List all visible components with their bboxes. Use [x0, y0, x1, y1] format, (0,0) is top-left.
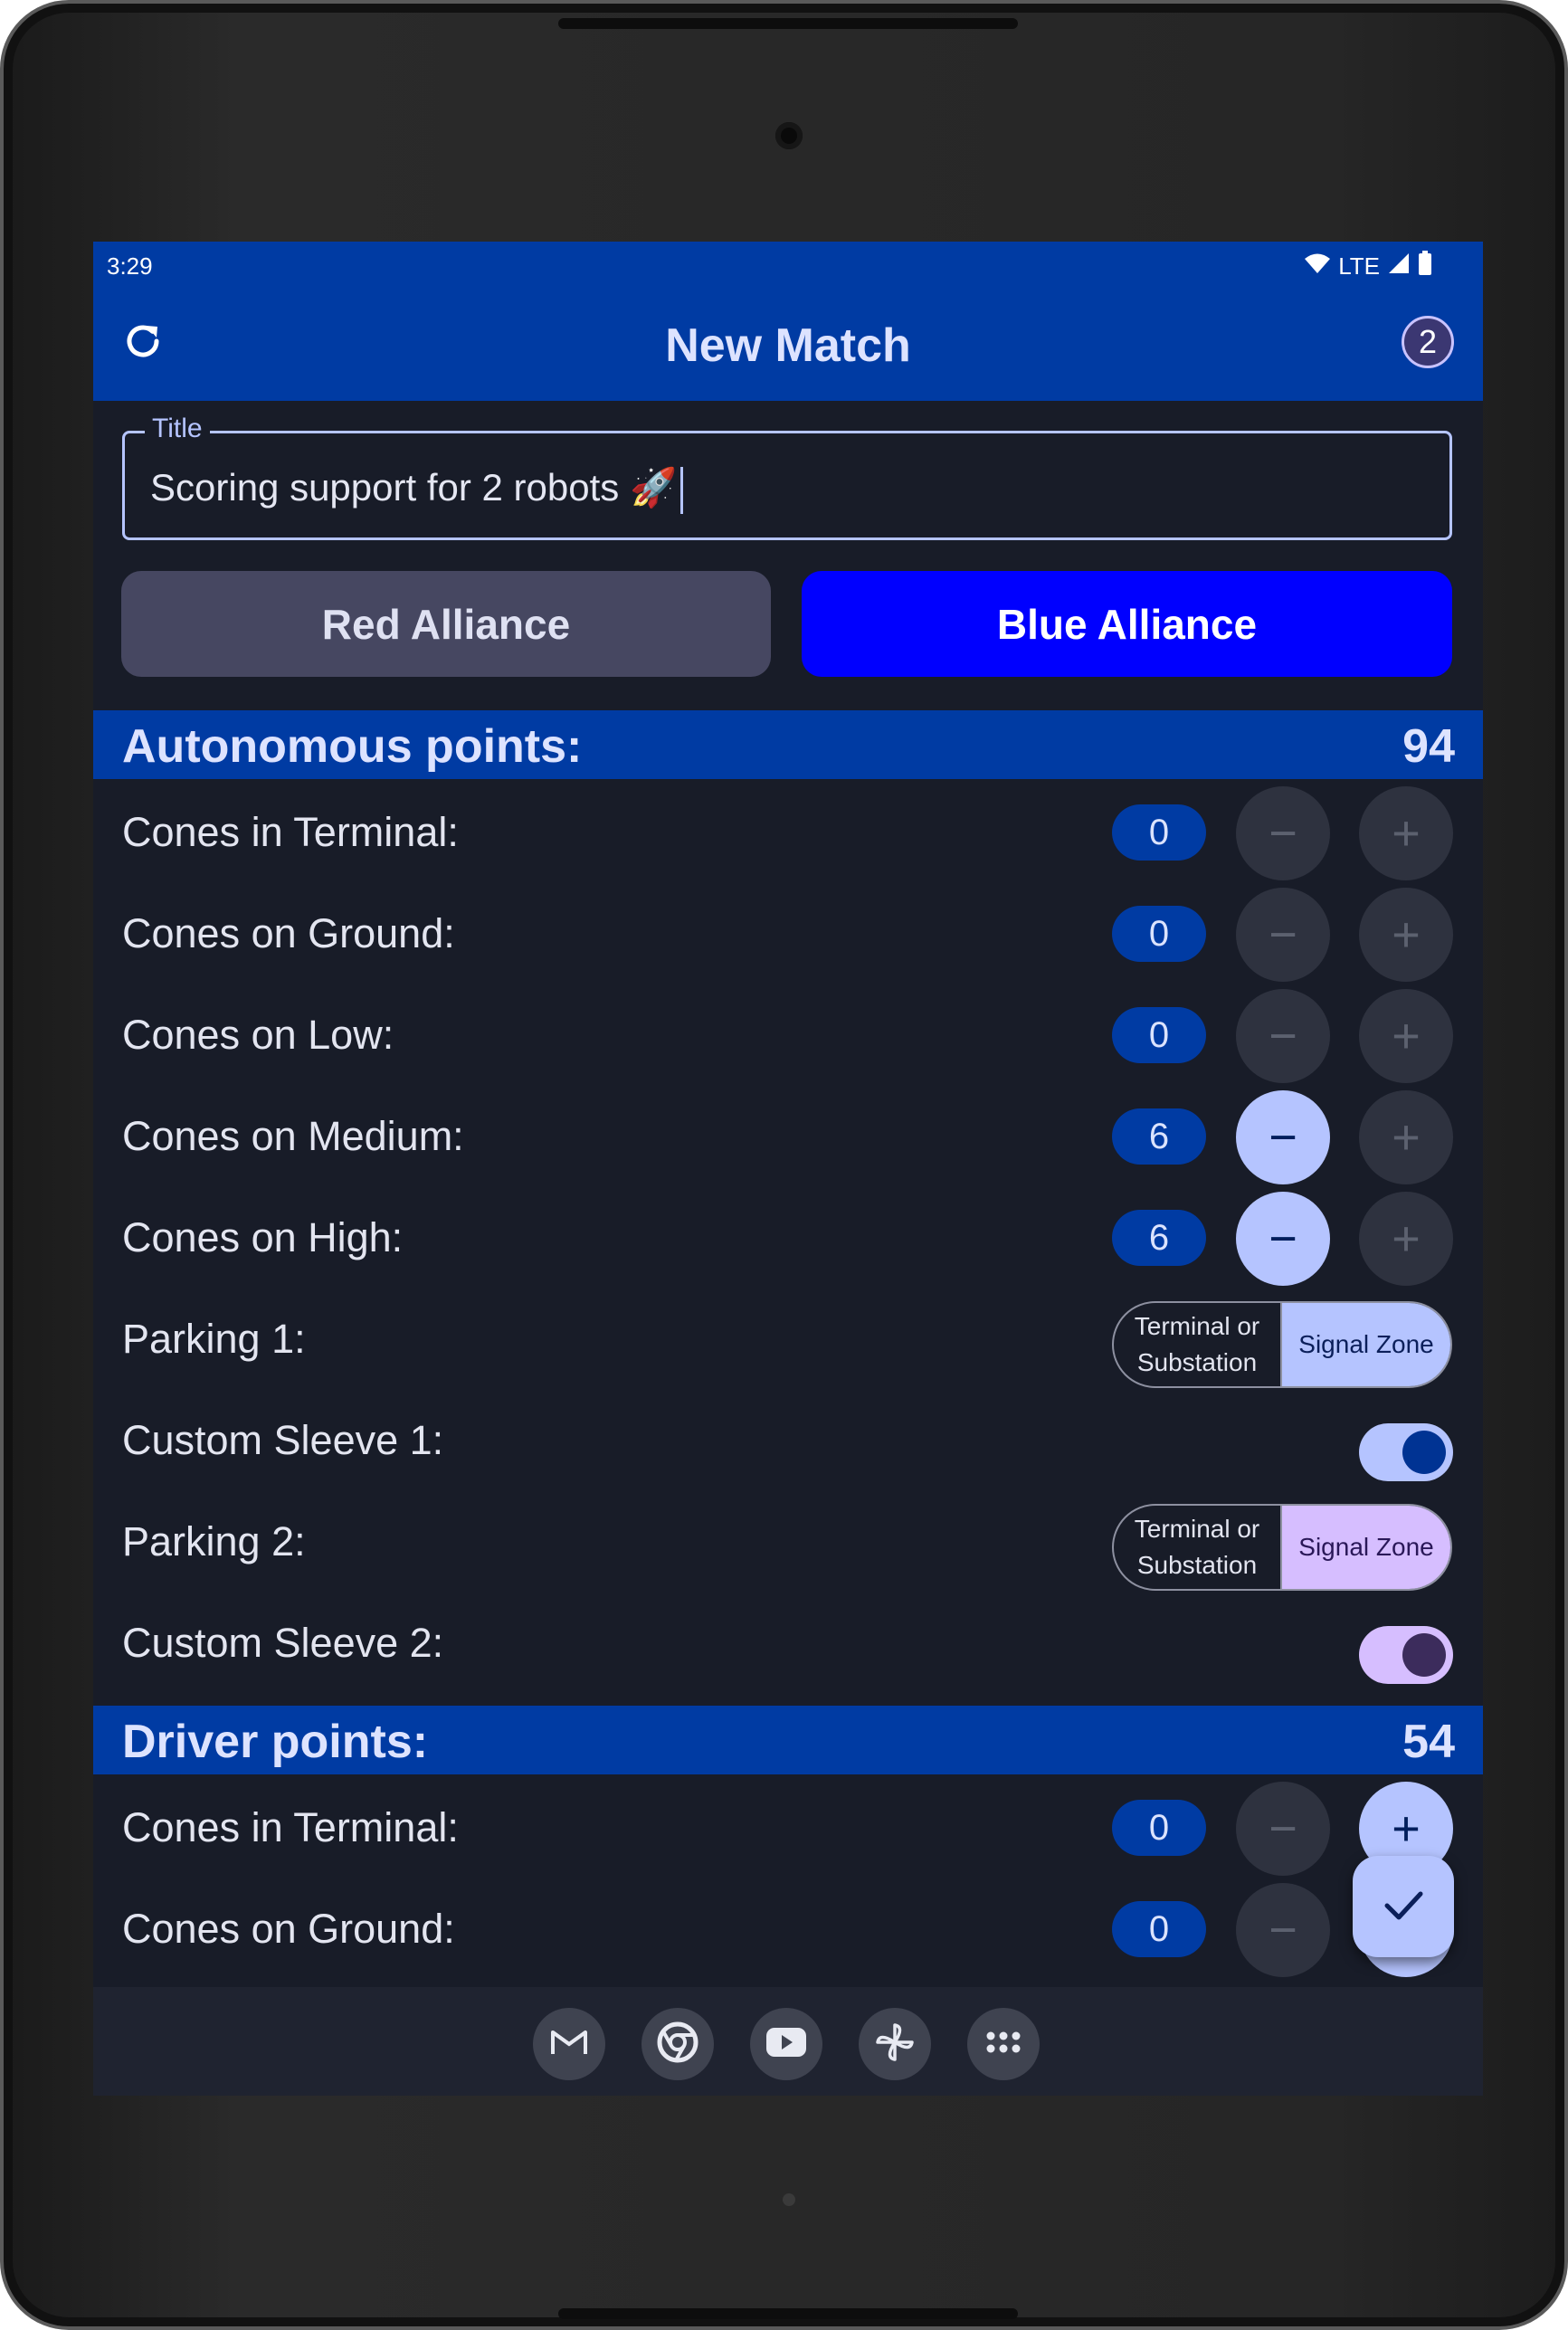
parking-option-signal-zone[interactable]: Signal Zone: [1282, 1506, 1450, 1589]
tablet-frame: 3:29 LTE New Match 2 Title Scoring suppo…: [0, 0, 1568, 2330]
screen: 3:29 LTE New Match 2 Title Scoring suppo…: [93, 242, 1483, 2096]
decrement-button[interactable]: −: [1236, 888, 1330, 982]
parking-option-terminal[interactable]: Terminal or Substation: [1114, 1506, 1282, 1589]
increment-button[interactable]: +: [1359, 786, 1453, 880]
row-label: Cones on Medium:: [122, 1113, 464, 1159]
custom-sleeve-2-toggle[interactable]: [1359, 1626, 1453, 1684]
parking-option-terminal[interactable]: Terminal or Substation: [1114, 1303, 1282, 1386]
increment-button[interactable]: +: [1359, 888, 1453, 982]
count-value: 0: [1112, 906, 1206, 962]
cell-signal-icon: [1387, 252, 1411, 281]
taskbar-dock: [93, 1987, 1483, 2096]
front-camera: [775, 122, 803, 149]
count-value: 0: [1112, 1901, 1206, 1957]
pinwheel-app-button[interactable]: [859, 2008, 931, 2080]
auto-row-cones-high: Cones on High: 6 − +: [93, 1184, 1483, 1286]
top-speaker-grille: [558, 18, 1018, 29]
decrement-button[interactable]: −: [1236, 1090, 1330, 1184]
toggle-knob: [1402, 1633, 1446, 1677]
count-value: 0: [1112, 1800, 1206, 1856]
checkmark-icon: [1380, 1881, 1427, 1933]
title-input-value[interactable]: Scoring support for 2 robots 🚀: [150, 466, 684, 514]
row-label: Cones on Low:: [122, 1012, 394, 1058]
auto-row-custom-sleeve-2: Custom Sleeve 2:: [93, 1590, 1483, 1691]
decrement-button[interactable]: −: [1236, 1192, 1330, 1286]
blue-alliance-button[interactable]: Blue Alliance: [802, 571, 1452, 677]
increment-button[interactable]: +: [1359, 1090, 1453, 1184]
auto-row-parking-1: Parking 1: Terminal or Substation Signal …: [93, 1286, 1483, 1388]
row-label: Cones on Ground:: [122, 1906, 455, 1952]
status-bar: 3:29 LTE: [93, 242, 1483, 287]
driver-title: Driver points:: [122, 1716, 429, 1768]
row-label: Cones on High:: [122, 1214, 404, 1260]
youtube-icon: [765, 2026, 808, 2063]
decrement-button[interactable]: −: [1236, 989, 1330, 1083]
auto-row-custom-sleeve-1: Custom Sleeve 1:: [93, 1387, 1483, 1488]
auto-row-parking-2: Parking 2: Terminal or Substation Signal …: [93, 1488, 1483, 1591]
status-time: 3:29: [107, 252, 153, 280]
app-drawer-icon: [985, 2030, 1022, 2059]
driver-row-cones-ground: Cones on Ground: 0 − +: [93, 1876, 1483, 1977]
title-text: Scoring support for 2 robots 🚀: [150, 466, 678, 509]
row-label: Parking 2:: [122, 1518, 306, 1564]
gmail-icon: [549, 2027, 589, 2062]
autonomous-header: Autonomous points: 94: [93, 710, 1483, 779]
parking-option-signal-zone[interactable]: Signal Zone: [1282, 1303, 1450, 1386]
row-label: Custom Sleeve 2:: [122, 1620, 444, 1666]
parking-2-segmented-control: Terminal or Substation Signal Zone: [1112, 1504, 1452, 1591]
row-label: Custom Sleeve 1:: [122, 1417, 444, 1463]
red-alliance-button[interactable]: Red Alliance: [121, 571, 771, 677]
auto-row-cones-medium: Cones on Medium: 6 − +: [93, 1083, 1483, 1184]
count-value: 6: [1112, 1108, 1206, 1165]
save-match-fab[interactable]: [1353, 1856, 1454, 1957]
row-label: Cones in Terminal:: [122, 809, 459, 855]
increment-button[interactable]: +: [1359, 1192, 1453, 1286]
gmail-app-button[interactable]: [533, 2008, 605, 2080]
autonomous-title: Autonomous points:: [122, 720, 583, 773]
driver-header: Driver points: 54: [93, 1706, 1483, 1774]
decrement-button[interactable]: −: [1236, 1883, 1330, 1977]
count-value: 6: [1112, 1210, 1206, 1266]
title-field[interactable]: Title Scoring support for 2 robots 🚀: [122, 414, 1452, 540]
auto-row-cones-ground: Cones on Ground: 0 − +: [93, 880, 1483, 982]
row-label: Cones in Terminal:: [122, 1804, 459, 1850]
decrement-button[interactable]: −: [1236, 1782, 1330, 1876]
text-caret: [680, 466, 684, 514]
autonomous-total: 94: [1402, 720, 1455, 773]
count-value: 0: [1112, 804, 1206, 861]
increment-button[interactable]: +: [1359, 989, 1453, 1083]
page-title: New Match: [665, 319, 911, 372]
decrement-button[interactable]: −: [1236, 786, 1330, 880]
count-value: 0: [1112, 1007, 1206, 1063]
battery-icon: [1418, 251, 1432, 282]
custom-sleeve-1-toggle[interactable]: [1359, 1423, 1453, 1481]
microphone-dot: [783, 2193, 795, 2206]
driver-row-cones-terminal: Cones in Terminal: 0 − +: [93, 1774, 1483, 1876]
title-field-label: Title: [145, 414, 210, 444]
match-count-badge[interactable]: 2: [1402, 316, 1454, 368]
wifi-icon: [1304, 252, 1331, 281]
chrome-app-button[interactable]: [641, 2008, 714, 2080]
youtube-app-button[interactable]: [750, 2008, 822, 2080]
toggle-knob: [1402, 1431, 1446, 1474]
status-icons: LTE: [1304, 251, 1432, 282]
parking-1-segmented-control: Terminal or Substation Signal Zone: [1112, 1301, 1452, 1388]
app-bar: New Match 2: [93, 287, 1483, 401]
app-drawer-button[interactable]: [967, 2008, 1040, 2080]
auto-row-cones-low: Cones on Low: 0 − +: [93, 982, 1483, 1083]
chrome-icon: [656, 2021, 699, 2068]
driver-total: 54: [1402, 1716, 1455, 1768]
network-type: LTE: [1338, 252, 1380, 280]
bottom-speaker-grille: [558, 2308, 1018, 2319]
row-label: Parking 1:: [122, 1316, 306, 1362]
auto-row-cones-terminal: Cones in Terminal: 0 − +: [93, 779, 1483, 880]
pinwheel-icon: [874, 2021, 916, 2068]
row-label: Cones on Ground:: [122, 910, 455, 956]
